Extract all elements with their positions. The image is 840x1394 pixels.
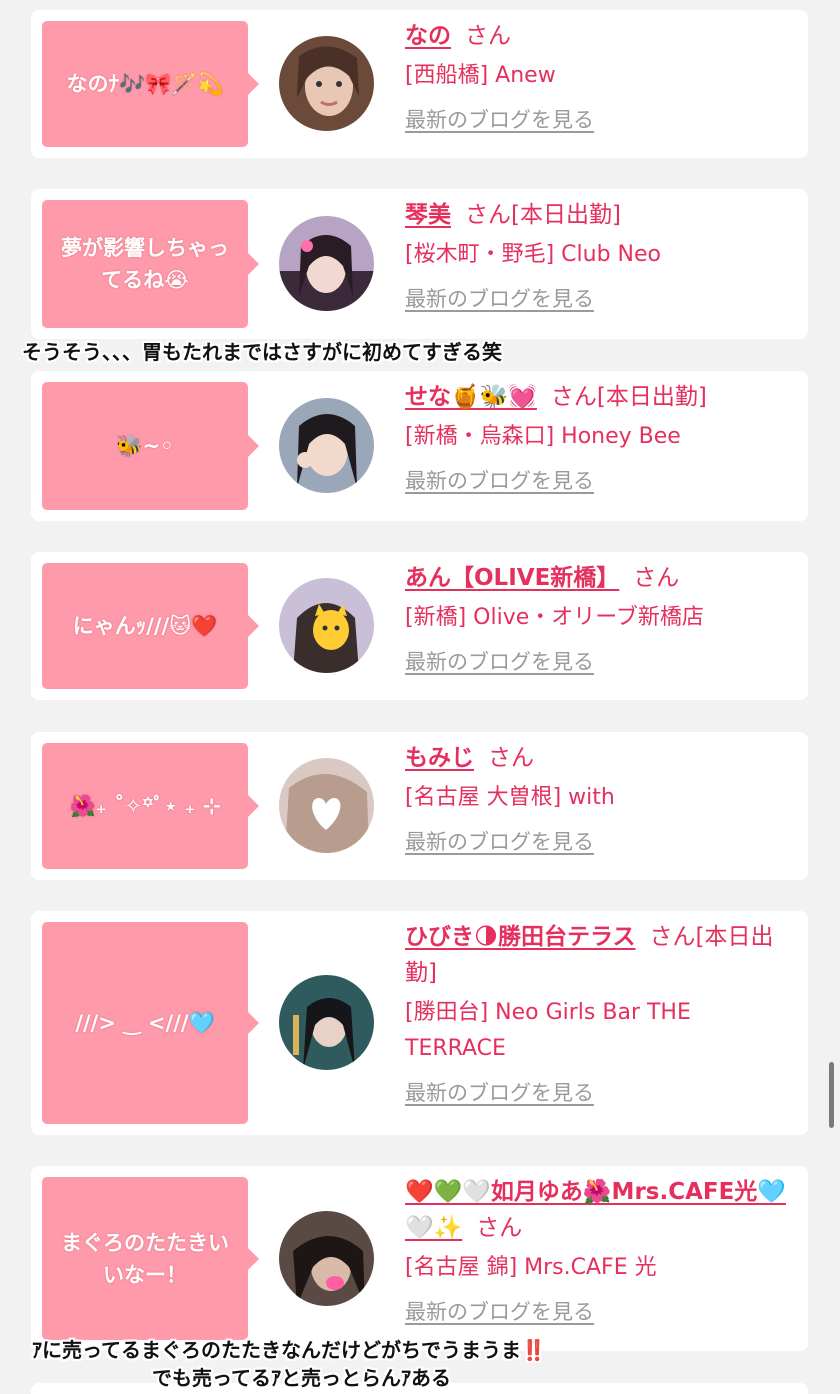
girl-name-link[interactable]: ❤️💚🤍如月ゆあ🌺Mrs.CAFE光🩵🤍✨ <box>405 1179 786 1241</box>
shop-label: [名古屋 錦] Mrs.CAFE 光 <box>405 1255 657 1280</box>
avatar[interactable] <box>279 578 374 673</box>
latest-blog-link[interactable]: 最新のブログを見る <box>405 1298 594 1326</box>
name-suffix: さん <box>633 565 680 591</box>
avatar[interactable] <box>279 975 374 1070</box>
message-bubble: まぐろのたたきいいなー！ <box>42 1177 259 1340</box>
girl-card[interactable]: 🐝~◦ せな🍯🐝💓 さん[本日出勤] [新橋・烏森口] Honey Bee 最新の… <box>31 371 808 521</box>
name-suffix: さん <box>488 745 534 771</box>
latest-blog-link[interactable]: 最新のブログを見る <box>405 467 594 495</box>
shop-label: [新橋・烏森口] Honey Bee <box>405 424 681 449</box>
overlay-caption: そうそう、、、胃もたれまではさすがに初めてすぎる笑 <box>22 340 502 364</box>
shop-label: [西船橋] Anew <box>405 63 556 88</box>
girl-card[interactable]: ///> ‿ <///🩵 ひびき🌗勝田台テラス さん[本日出勤] [勝田台] Ne… <box>31 911 808 1135</box>
latest-blog-link[interactable]: 最新のブログを見る <box>405 285 594 313</box>
message-bubble: なのﾅ🎶🎀🪄💫 <box>42 21 259 147</box>
latest-blog-link[interactable]: 最新のブログを見る <box>405 106 594 134</box>
name-suffix: さん <box>476 1215 523 1241</box>
latest-blog-link[interactable]: 最新のブログを見る <box>405 648 594 676</box>
shop-label: [桜木町・野毛] Club Neo <box>405 242 661 267</box>
girl-card[interactable]: 🌺₊ ˚✧꙳ﾟ⋆ ₊ ⊹ もみじ さん [名古屋 大曽根] with 最新のブログ… <box>31 732 808 880</box>
avatar[interactable] <box>279 216 374 311</box>
message-bubble: 夢が影響しちゃってるね😭 <box>42 200 259 328</box>
girl-card[interactable]: にゃんｯ///🐱❤️ あん【OLIVE新橋】 さん [新橋] Olive・オリーブ… <box>31 552 808 700</box>
message-bubble: ///> ‿ <///🩵 <box>42 922 259 1124</box>
shop-label: [勝田台] Neo Girls Bar THE TERRACE <box>405 1000 691 1061</box>
name-suffix: さん[本日出勤] <box>550 384 707 410</box>
name-suffix: さん <box>465 23 511 49</box>
avatar[interactable] <box>279 398 374 493</box>
avatar[interactable] <box>279 758 374 853</box>
avatar[interactable] <box>279 1211 374 1306</box>
girl-name-link[interactable]: あん【OLIVE新橋】 <box>405 565 619 591</box>
name-suffix: さん[本日出勤] <box>465 202 621 228</box>
girl-name-link[interactable]: もみじ <box>405 745 474 771</box>
message-bubble: にゃんｯ///🐱❤️ <box>42 563 259 689</box>
shop-label: [名古屋 大曽根] with <box>405 785 615 810</box>
girl-card[interactable]: 夢が影響しちゃってるね😭 琴美 さん[本日出勤] [桜木町・野毛] Club Ne… <box>31 189 808 339</box>
girl-card[interactable]: まぐろのたたきいいなー！ ❤️💚🤍如月ゆあ🌺Mrs.CAFE光🩵🤍✨ さん [名古… <box>31 1166 808 1351</box>
shop-label: [新橋] Olive・オリーブ新橋店 <box>405 605 704 630</box>
message-bubble: 🐝~◦ <box>42 382 259 510</box>
overlay-caption: でも売ってるｱと売っとらんｱある <box>152 1366 451 1390</box>
girl-name-link[interactable]: せな🍯🐝💓 <box>405 384 537 410</box>
message-bubble: 🌺₊ ˚✧꙳ﾟ⋆ ₊ ⊹ <box>42 743 259 869</box>
girl-name-link[interactable]: 琴美 <box>405 202 451 228</box>
avatar[interactable] <box>279 36 374 131</box>
overlay-caption: ｱに売ってるまぐろのたたきなんだけどがちでうまうま‼️ <box>32 1338 546 1362</box>
scrollbar[interactable] <box>829 1062 834 1128</box>
latest-blog-link[interactable]: 最新のブログを見る <box>405 1079 594 1107</box>
girl-card[interactable]: なのﾅ🎶🎀🪄💫 なの さん [西船橋] Anew 最新のブログを見る <box>31 10 808 158</box>
girl-name-link[interactable]: なの <box>405 23 451 49</box>
latest-blog-link[interactable]: 最新のブログを見る <box>405 828 594 856</box>
girl-name-link[interactable]: ひびき🌗勝田台テラス <box>405 924 636 950</box>
